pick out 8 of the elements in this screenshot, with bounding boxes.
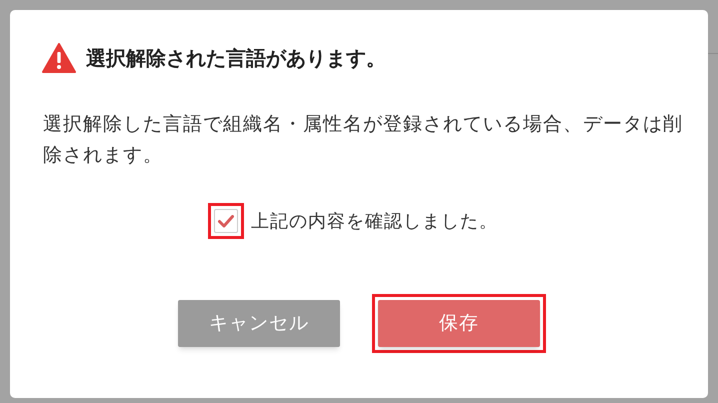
check-icon (218, 214, 234, 228)
dialog-message: 選択解除した言語で組織名・属性名が登録されている場合、データは削除されます。 (43, 112, 683, 168)
save-button[interactable]: 保存 (378, 300, 540, 347)
checkbox-label[interactable]: 上記の内容を確認しました。 (251, 208, 498, 234)
checkbox[interactable] (214, 209, 238, 233)
cancel-button[interactable]: キャンセル (178, 300, 340, 347)
warning-icon (42, 43, 76, 73)
dialog-title: 選択解除された言語があります。 (86, 45, 386, 72)
